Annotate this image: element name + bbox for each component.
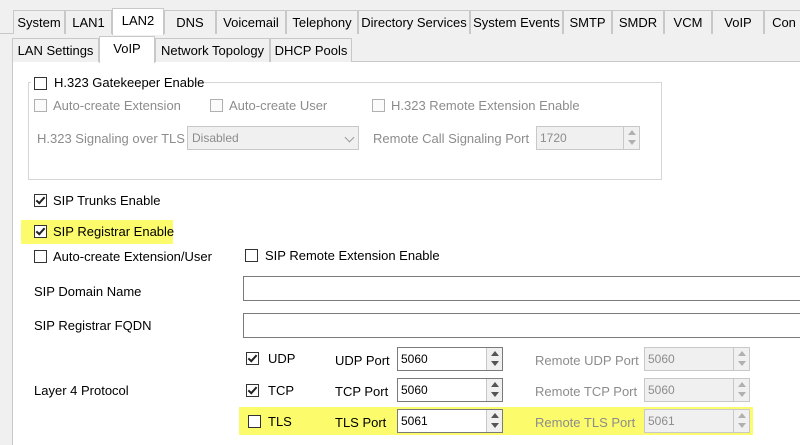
- tcp-port-label: TCP Port: [335, 384, 389, 399]
- udp-port-spinner[interactable]: 5060: [397, 347, 503, 371]
- spinner-buttons[interactable]: [733, 348, 749, 370]
- spin-up-icon: [491, 382, 499, 387]
- h323-remote-port-label: Remote Call Signaling Port: [373, 131, 530, 146]
- sip-registrar-label: SIP Registrar Enable: [53, 224, 175, 239]
- spin-down-icon: [738, 392, 746, 397]
- remote-tcp-port-label: Remote TCP Port: [535, 384, 638, 399]
- spinner-buttons[interactable]: [486, 410, 502, 432]
- spin-down-icon: [738, 423, 746, 428]
- tls-port-label: TLS Port: [335, 415, 387, 430]
- sip-registrar-checkbox[interactable]: [34, 225, 47, 238]
- tab-lan2[interactable]: LAN2: [112, 8, 164, 35]
- tls-checkbox[interactable]: [248, 415, 261, 428]
- udp-label: UDP: [268, 351, 296, 366]
- remote-tcp-port-spinner[interactable]: 5060: [644, 378, 750, 402]
- h323-tls-select[interactable]: Disabled: [187, 126, 359, 150]
- tab-system-events[interactable]: System Events: [470, 10, 563, 34]
- spinner-buttons[interactable]: [733, 379, 749, 401]
- sip-auto-create-label: Auto-create Extension/User: [53, 249, 212, 264]
- tls-port-value: 5061: [401, 414, 428, 428]
- remote-tcp-port-value: 5060: [648, 383, 675, 397]
- spinner-buttons[interactable]: [486, 379, 502, 401]
- remote-tls-port-spinner[interactable]: 5061: [644, 409, 750, 433]
- checkmark-icon: [35, 225, 46, 236]
- sip-registrar-fqdn-label: SIP Registrar FQDN: [34, 318, 152, 333]
- remote-tls-port-value: 5061: [648, 414, 675, 428]
- tab-dns[interactable]: DNS: [164, 10, 216, 34]
- tcp-port-spinner[interactable]: 5060: [397, 378, 503, 402]
- h323-tls-label: H.323 Signaling over TLS: [37, 131, 185, 146]
- tab-smtp[interactable]: SMTP: [563, 10, 612, 34]
- checkmark-icon: [247, 384, 258, 395]
- tcp-checkbox[interactable]: [246, 384, 259, 397]
- voip-settings-panel: H.323 Gatekeeper Enable Auto-create Exte…: [12, 62, 800, 445]
- tab-directory-services[interactable]: Directory Services: [358, 10, 470, 34]
- sub-tab-bar: LAN Settings VoIP Network Topology DHCP …: [12, 36, 800, 63]
- spin-down-icon: [738, 361, 746, 366]
- spin-down-icon: [491, 361, 499, 366]
- spinner-buttons[interactable]: [486, 348, 502, 370]
- tcp-port-value: 5060: [401, 383, 428, 397]
- spin-down-icon: [491, 423, 499, 428]
- remote-udp-port-value: 5060: [648, 352, 675, 366]
- sip-domain-name-label: SIP Domain Name: [34, 284, 142, 299]
- spinner-buttons[interactable]: [733, 410, 749, 432]
- tab-telephony[interactable]: Telephony: [286, 10, 358, 34]
- spin-up-icon: [738, 413, 746, 418]
- subtab-dhcp-pools[interactable]: DHCP Pools: [270, 38, 352, 62]
- tcp-label: TCP: [268, 383, 294, 398]
- sip-domain-name-input[interactable]: [243, 276, 800, 301]
- tab-system[interactable]: System: [13, 10, 65, 34]
- sip-remote-extension-label: SIP Remote Extension Enable: [265, 248, 440, 263]
- sip-registrar-fqdn-input[interactable]: [243, 313, 800, 338]
- udp-port-label: UDP Port: [335, 353, 390, 368]
- h323-auto-create-extension-checkbox[interactable]: [34, 99, 47, 112]
- spin-down-icon: [491, 392, 499, 397]
- chevron-down-icon: [344, 132, 355, 143]
- spin-up-icon: [491, 351, 499, 356]
- tab-con[interactable]: Con: [764, 10, 800, 34]
- spin-up-icon: [491, 413, 499, 418]
- checkmark-icon: [35, 194, 46, 205]
- subtab-voip[interactable]: VoIP: [99, 36, 155, 63]
- tls-label: TLS: [268, 414, 292, 429]
- spin-up-icon: [738, 351, 746, 356]
- sip-trunks-checkbox[interactable]: [34, 194, 47, 207]
- layer4-protocol-label: Layer 4 Protocol: [34, 383, 129, 398]
- tls-port-spinner[interactable]: 5061: [397, 409, 503, 433]
- remote-udp-port-label: Remote UDP Port: [535, 353, 639, 368]
- checkmark-icon: [247, 352, 258, 363]
- sip-auto-create-checkbox[interactable]: [34, 250, 47, 263]
- h323-remote-extension-label: H.323 Remote Extension Enable: [391, 98, 580, 113]
- tab-voicemail[interactable]: Voicemail: [216, 10, 286, 34]
- tab-smdr[interactable]: SMDR: [612, 10, 664, 34]
- h323-auto-create-user-label: Auto-create User: [229, 98, 328, 113]
- h323-remote-port-value: 1720: [540, 131, 567, 145]
- h323-gatekeeper-checkbox[interactable]: [34, 77, 47, 90]
- spinner-buttons[interactable]: [623, 127, 639, 149]
- h323-gatekeeper-label: H.323 Gatekeeper Enable: [54, 75, 205, 90]
- main-tab-bar: System LAN1 LAN2 DNS Voicemail Telephony…: [0, 8, 800, 35]
- subtab-lan-settings[interactable]: LAN Settings: [12, 38, 99, 62]
- spin-down-icon: [628, 140, 636, 145]
- tab-voip[interactable]: VoIP: [712, 10, 764, 34]
- spin-up-icon: [628, 130, 636, 135]
- remote-udp-port-spinner[interactable]: 5060: [644, 347, 750, 371]
- subtab-network-topology[interactable]: Network Topology: [155, 38, 270, 62]
- tab-lan1[interactable]: LAN1: [65, 10, 112, 34]
- udp-port-value: 5060: [401, 352, 428, 366]
- h323-remote-port-spinner[interactable]: 1720: [536, 126, 640, 150]
- sip-remote-extension-checkbox[interactable]: [245, 249, 258, 262]
- h323-auto-create-extension-label: Auto-create Extension: [53, 98, 181, 113]
- sip-trunks-label: SIP Trunks Enable: [53, 193, 161, 208]
- udp-checkbox[interactable]: [246, 352, 259, 365]
- h323-auto-create-user-checkbox[interactable]: [210, 99, 223, 112]
- tab-vcm[interactable]: VCM: [664, 10, 712, 34]
- spin-up-icon: [738, 382, 746, 387]
- h323-remote-extension-checkbox[interactable]: [372, 99, 385, 112]
- remote-tls-port-label: Remote TLS Port: [535, 415, 636, 430]
- h323-tls-select-value: Disabled: [192, 131, 239, 145]
